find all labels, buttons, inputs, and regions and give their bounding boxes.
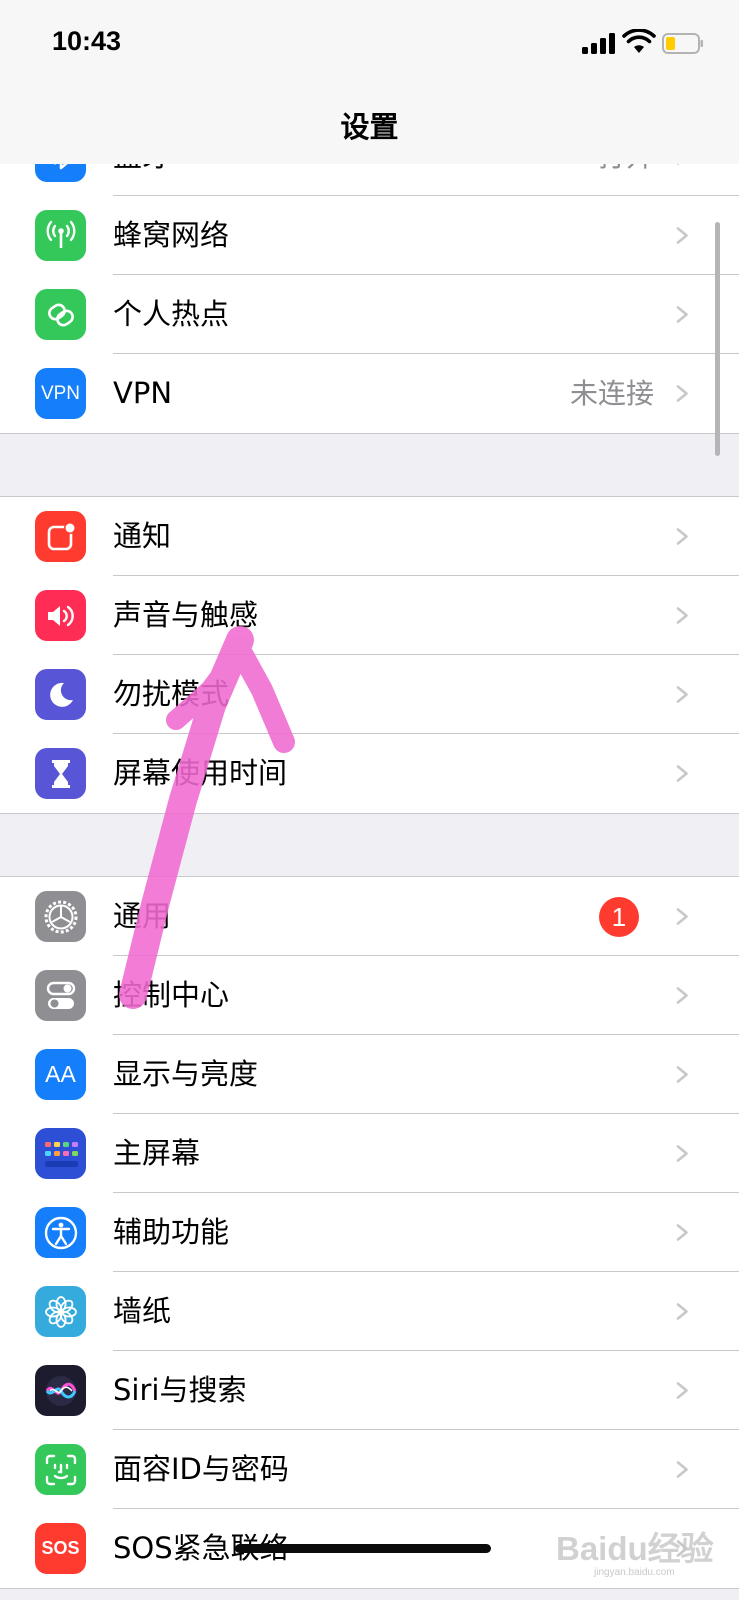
vpn-icon: VPN — [35, 368, 86, 419]
cellular-signal-icon — [582, 33, 615, 54]
chevron-right-icon — [676, 164, 680, 165]
navigation-bar: 设置 — [0, 90, 739, 165]
settings-row-label: 控制中心 — [113, 978, 230, 1012]
speaker-icon — [35, 590, 86, 641]
settings-row-home-screen[interactable]: 主屏幕 — [0, 1114, 739, 1193]
settings-row-label: 辅助功能 — [113, 1215, 230, 1249]
chevron-right-icon — [676, 1382, 688, 1399]
settings-row-label: 面容ID与密码 — [113, 1452, 289, 1486]
settings-row-general[interactable]: 通用 1 — [0, 877, 739, 956]
wifi-icon — [622, 29, 656, 53]
chevron-right-icon — [676, 686, 688, 703]
chevron-right-icon — [676, 1303, 688, 1320]
text-size-icon: AA — [35, 1049, 86, 1100]
chevron-right-icon — [676, 987, 688, 1004]
settings-row-value: 未连接 — [569, 377, 654, 410]
chevron-right-icon — [676, 227, 688, 244]
moon-icon — [35, 669, 86, 720]
settings-row-label: 墙纸 — [113, 1294, 172, 1328]
chevron-right-icon — [676, 385, 688, 402]
notification-icon — [35, 511, 86, 562]
settings-row-hotspot[interactable]: 个人热点 — [0, 275, 739, 354]
toggle-icon — [35, 970, 86, 1021]
settings-row-label: VPN — [113, 376, 173, 410]
settings-row-value: 打开 — [598, 164, 654, 196]
page-title: 设置 — [340, 110, 399, 144]
sos-icon: SOS — [35, 1523, 86, 1574]
bluetooth-icon — [35, 164, 86, 182]
hotspot-chain-icon — [35, 289, 86, 340]
accessibility-icon — [35, 1207, 86, 1258]
chevron-right-icon — [676, 306, 688, 323]
settings-row-face-id[interactable]: 面容ID与密码 — [0, 1430, 739, 1509]
settings-row-label: 个人热点 — [113, 297, 230, 331]
watermark-url: jingyan.baidu.com — [594, 1567, 675, 1578]
settings-group-notifications: 通知 声音与触感 勿扰模式 屏幕使用时间 — [0, 496, 739, 814]
settings-row-label: 蜂窝网络 — [113, 218, 230, 252]
settings-row-vpn[interactable]: VPN VPN 未连接 — [0, 354, 739, 433]
chevron-right-icon — [676, 765, 688, 782]
home-indicator[interactable] — [235, 1544, 491, 1553]
chevron-right-icon — [676, 1145, 688, 1162]
settings-group-connectivity: 蓝牙 打开 蜂窝网络 — [0, 164, 739, 434]
scroll-indicator[interactable] — [715, 222, 720, 456]
chevron-right-icon — [676, 528, 688, 545]
app-grid-icon — [35, 1128, 86, 1179]
status-bar: 10:43 — [0, 0, 739, 90]
battery-icon — [662, 33, 703, 54]
settings-row-label: 通用 — [113, 899, 172, 933]
settings-row-dnd[interactable]: 勿扰模式 — [0, 655, 739, 734]
siri-icon — [35, 1365, 86, 1416]
settings-row-wallpaper[interactable]: 墙纸 — [0, 1272, 739, 1351]
settings-row-control-center[interactable]: 控制中心 — [0, 956, 739, 1035]
chevron-right-icon — [676, 1066, 688, 1083]
settings-row-screentime[interactable]: 屏幕使用时间 — [0, 734, 739, 813]
settings-row-bluetooth[interactable]: 蓝牙 打开 — [0, 164, 739, 196]
settings-row-label: 声音与触感 — [113, 598, 259, 632]
chevron-right-icon — [676, 908, 688, 925]
settings-row-label: Siri与搜索 — [113, 1373, 247, 1407]
update-count-badge: 1 — [599, 897, 639, 937]
vpn-icon-text: VPN — [40, 382, 81, 404]
settings-row-cellular[interactable]: 蜂窝网络 — [0, 196, 739, 275]
settings-group-general: 通用 1 控制中心 AA 显示与亮度 主屏幕 辅助功能 墙纸 Siri与搜索 面… — [0, 876, 739, 1589]
chevron-right-icon — [676, 1461, 688, 1478]
chevron-right-icon — [676, 1224, 688, 1241]
settings-row-label: 显示与亮度 — [113, 1057, 259, 1091]
settings-row-accessibility[interactable]: 辅助功能 — [0, 1193, 739, 1272]
antenna-icon — [35, 210, 86, 261]
watermark-logo: Baidu经验 — [556, 1530, 714, 1567]
settings-row-label: 屏幕使用时间 — [113, 756, 288, 790]
chevron-right-icon — [676, 607, 688, 624]
settings-list[interactable]: 蓝牙 打开 蜂窝网络 — [0, 164, 739, 1600]
text-size-icon-text: AA — [45, 1061, 76, 1087]
settings-row-notifications[interactable]: 通知 — [0, 497, 739, 576]
gear-icon — [35, 891, 86, 942]
faceid-icon — [35, 1444, 86, 1495]
status-time: 10:43 — [52, 26, 122, 56]
settings-row-sounds[interactable]: 声音与触感 — [0, 576, 739, 655]
settings-row-label: 通知 — [113, 519, 172, 553]
settings-row-display[interactable]: AA 显示与亮度 — [0, 1035, 739, 1114]
settings-row-label: 勿扰模式 — [113, 677, 230, 711]
settings-row-label: 蓝牙 — [113, 164, 171, 196]
hourglass-icon — [35, 748, 86, 799]
settings-row-siri[interactable]: Siri与搜索 — [0, 1351, 739, 1430]
settings-row-label: 主屏幕 — [113, 1136, 201, 1170]
sos-icon-text: SOS — [41, 1538, 80, 1558]
flower-icon — [35, 1286, 86, 1337]
